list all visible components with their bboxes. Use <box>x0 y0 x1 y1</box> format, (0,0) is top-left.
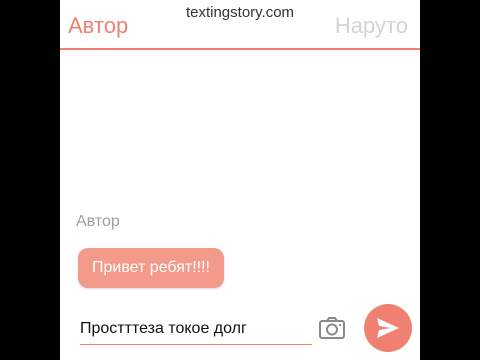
message-input[interactable] <box>80 316 312 342</box>
watermark: textingstory.com <box>185 4 295 21</box>
send-icon <box>377 318 399 338</box>
message-bubble[interactable]: Привет ребят!!!! <box>78 248 224 288</box>
message-input-container <box>80 316 312 345</box>
message-sender-name: Автор <box>76 213 120 230</box>
chat-screen: Автор Наруто textingstory.com Автор Прив… <box>60 0 420 360</box>
send-button[interactable] <box>364 304 412 352</box>
camera-icon[interactable] <box>318 316 346 340</box>
chat-header: Автор Наруто textingstory.com <box>60 0 420 50</box>
